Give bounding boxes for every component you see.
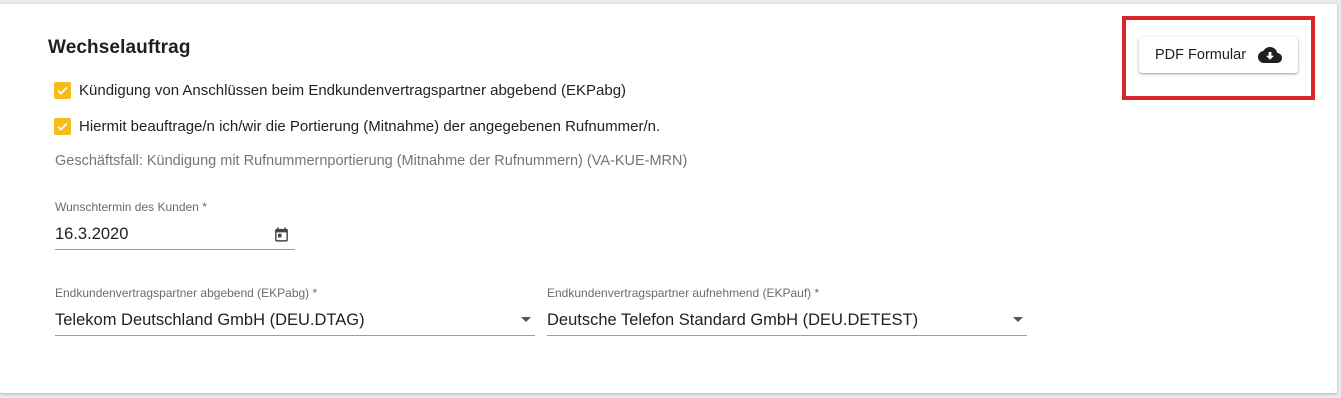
giving-partner-value[interactable]: Telekom Deutschland GmbH (DEU.DTAG) [55, 311, 365, 330]
chevron-down-icon[interactable] [521, 317, 531, 322]
checkbox-label-termination: Kündigung von Anschlüssen beim Endkunden… [79, 82, 627, 99]
checkbox-row-porting[interactable]: Hiermit beauftrage/n ich/wir die Portier… [54, 118, 660, 135]
checkbox-row-termination[interactable]: Kündigung von Anschlüssen beim Endkunden… [54, 82, 626, 99]
form-card: Wechselauftrag Kündigung von Anschlüssen… [0, 4, 1337, 393]
chevron-down-icon[interactable] [1013, 317, 1023, 322]
checkbox-termination[interactable] [54, 82, 71, 99]
checkbox-label-porting: Hiermit beauftrage/n ich/wir die Portier… [79, 118, 661, 135]
desired-date-input[interactable]: 16.3.2020 [55, 225, 128, 244]
checkmark-icon [57, 122, 68, 131]
receiving-partner-underline [547, 335, 1027, 336]
receiving-partner-value[interactable]: Deutsche Telefon Standard GmbH (DEU.DETE… [547, 311, 918, 330]
desired-date-label: Wunschtermin des Kunden * [55, 200, 207, 214]
giving-partner-select[interactable]: Endkundenvertragspartner abgebend (EKPab… [55, 286, 535, 336]
checkmark-icon [57, 86, 68, 95]
checkbox-porting[interactable] [54, 118, 71, 135]
giving-partner-label: Endkundenvertragspartner abgebend (EKPab… [55, 286, 318, 300]
desired-date-field[interactable]: Wunschtermin des Kunden * 16.3.2020 [55, 200, 295, 250]
form-title: Wechselauftrag [48, 37, 191, 58]
business-case-text: Geschäftsfall: Kündigung mit Rufnummernp… [55, 153, 688, 169]
pdf-form-button-label: PDF Formular [1155, 47, 1247, 63]
desired-date-underline [55, 249, 295, 250]
pdf-form-button[interactable]: PDF Formular [1139, 37, 1298, 73]
calendar-icon[interactable] [273, 226, 290, 243]
receiving-partner-select[interactable]: Endkundenvertragspartner aufnehmend (EKP… [547, 286, 1027, 336]
receiving-partner-label: Endkundenvertragspartner aufnehmend (EKP… [547, 286, 820, 300]
giving-partner-underline [55, 335, 535, 336]
cloud-download-icon [1258, 47, 1282, 63]
